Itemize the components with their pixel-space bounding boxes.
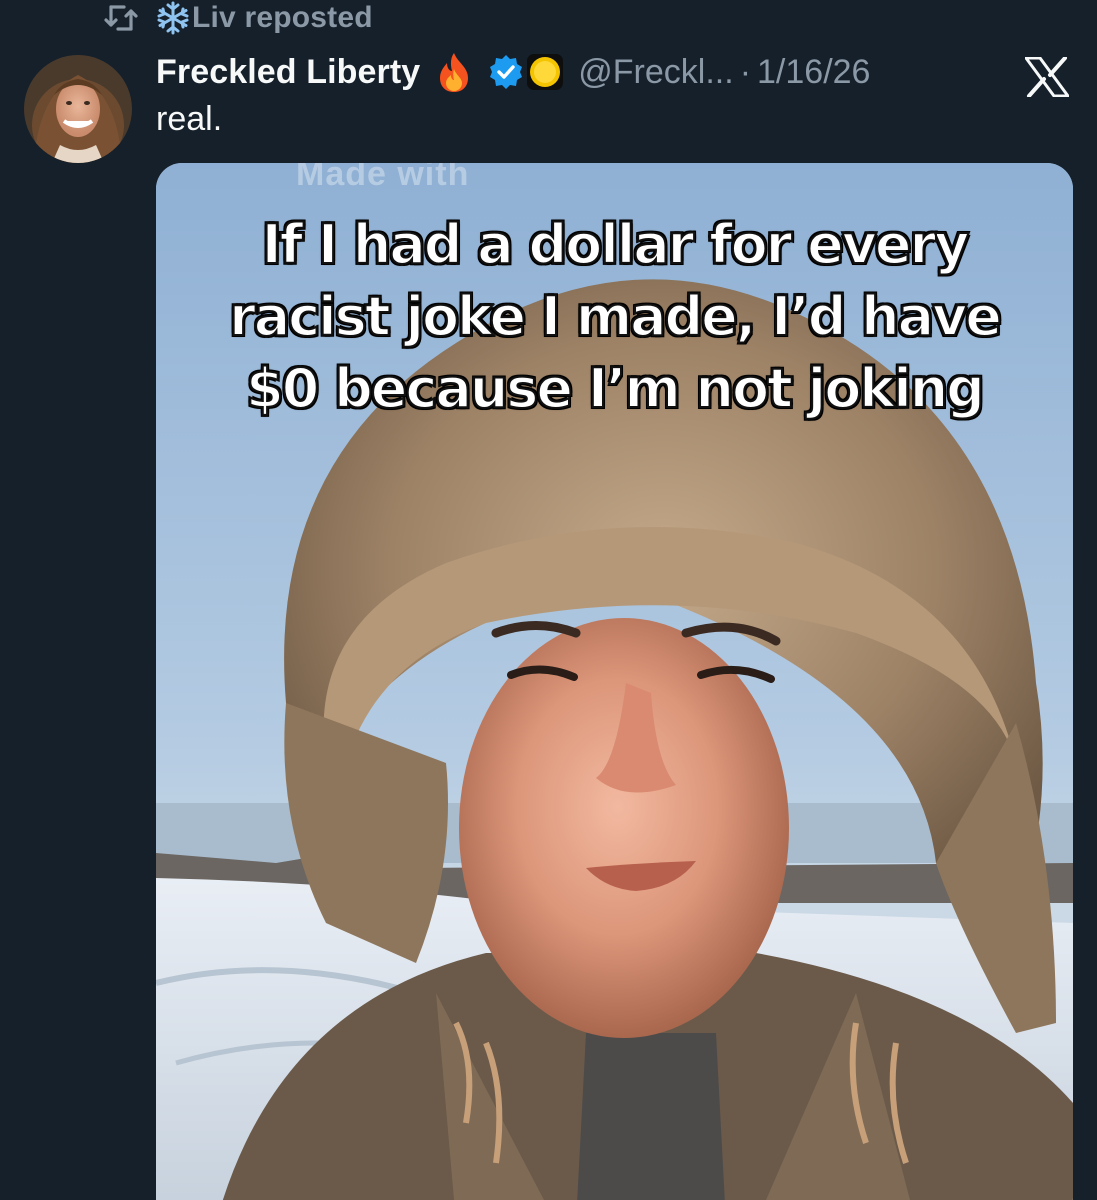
- meme-caption: If I had a dollar for every racist joke …: [156, 209, 1073, 425]
- meme-caption-line: $0 because I’m not joking: [245, 356, 986, 421]
- post-header: Freckled Liberty @Freckl... · 1/16/26: [156, 48, 870, 96]
- repost-context[interactable]: Liv reposted: [104, 0, 373, 36]
- post-text: real.: [156, 100, 223, 138]
- repost-label: Liv reposted: [192, 1, 373, 34]
- watermark-text: Made with: [296, 163, 470, 193]
- x-logo-icon[interactable]: [1023, 56, 1071, 98]
- timeline-screen: Liv reposted Freckled Liberty @Freckl...…: [0, 0, 1097, 1200]
- display-name[interactable]: Freckled Liberty: [156, 53, 420, 92]
- avatar[interactable]: [24, 55, 132, 163]
- repost-icon: [104, 3, 138, 33]
- fire-icon: [434, 51, 474, 93]
- post-media-image[interactable]: Made with If I had a dollar for every ra…: [156, 163, 1073, 1200]
- separator-dot: ·: [739, 52, 752, 91]
- snowflake-icon: [156, 1, 190, 35]
- meme-caption-line: racist joke I made, I’d have: [228, 284, 1003, 349]
- user-handle[interactable]: @Freckl...: [578, 53, 733, 92]
- verified-badge-icon[interactable]: [488, 54, 524, 90]
- post-date[interactable]: 1/16/26: [757, 53, 870, 92]
- affiliate-badge-icon[interactable]: [526, 53, 564, 91]
- meme-caption-line: If I had a dollar for every: [261, 212, 971, 277]
